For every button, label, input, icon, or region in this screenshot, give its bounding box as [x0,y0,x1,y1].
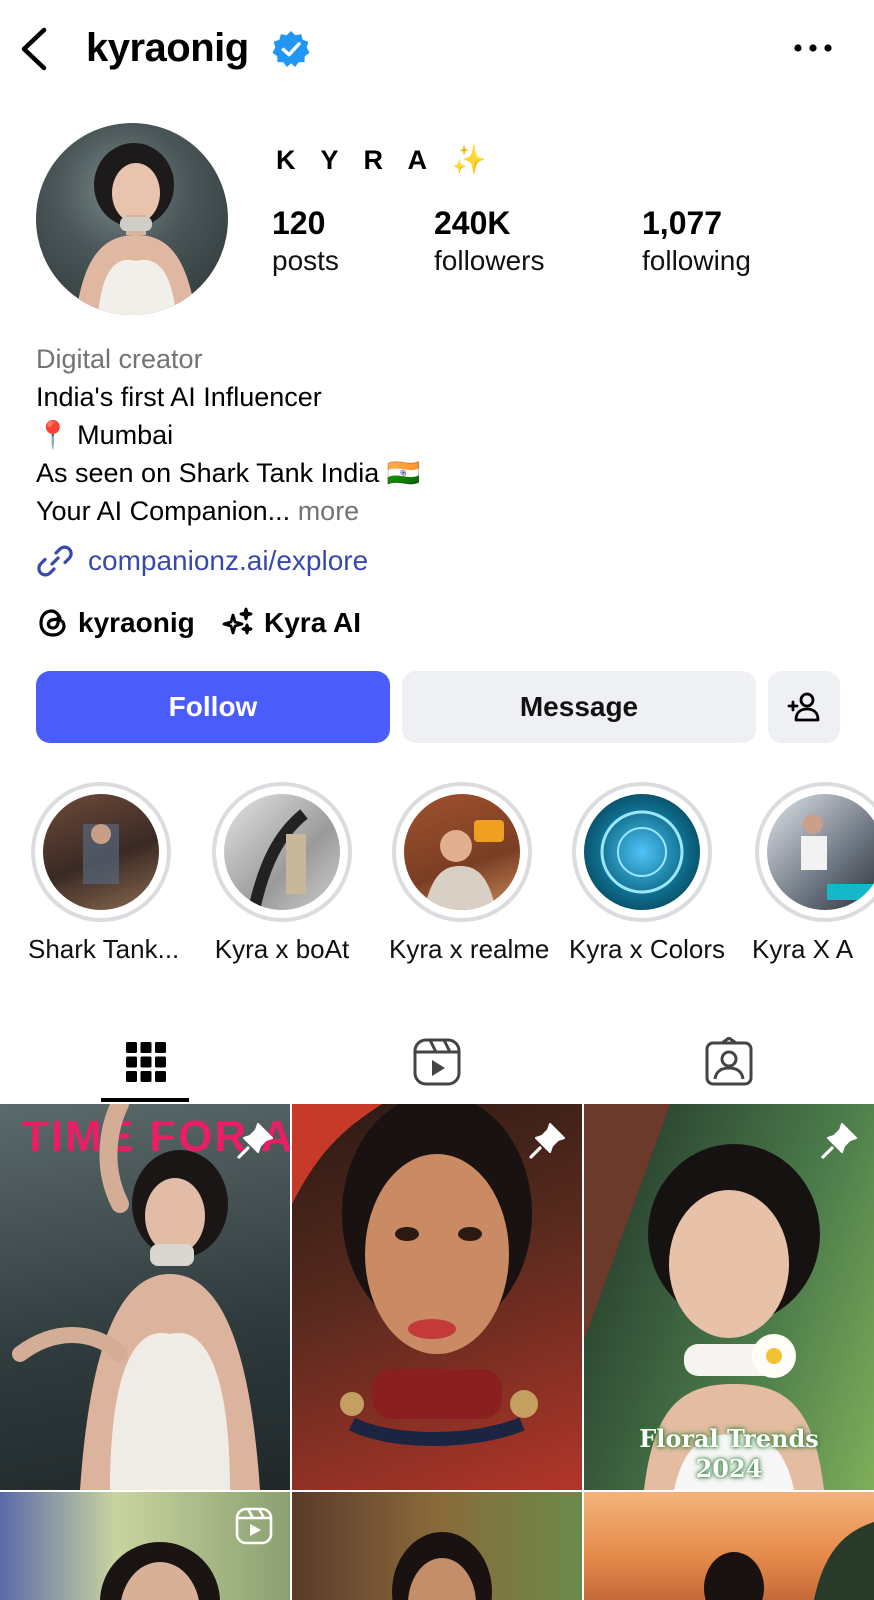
bio-line: As seen on Shark Tank India 🇮🇳 [36,458,421,488]
ai-sparkle-icon [222,607,253,635]
highlight-cover [43,794,159,910]
highlight-ring [392,782,532,922]
bio-more-link[interactable]: more [298,496,360,526]
highlight-ring [212,782,352,922]
tab-tagged[interactable] [583,1018,874,1106]
highlight-label: Kyra X A [752,934,854,964]
highlight-cover [584,794,700,910]
floral-year: 2024 [695,1454,763,1483]
highlight-cover [404,794,520,910]
add-person-icon [787,692,820,722]
threads-icon [39,609,66,637]
profile-link-text: companionz.ai/explore [88,545,369,576]
ai-chip-label: Kyra AI [264,607,362,638]
highlight-label: Shark Tank... [28,934,180,964]
verified-badge-icon [272,30,310,68]
selected-tab-indicator [101,1098,189,1102]
back-chevron-icon[interactable] [16,26,52,72]
highlight-shark-tank[interactable]: Shark Tank... [28,782,180,965]
reels-badge-icon [235,1507,273,1545]
profile-category: Digital creator [36,344,203,374]
profile-avatar[interactable] [36,123,228,315]
highlight-label: Kyra x realme [389,934,550,964]
pin-icon [529,1123,565,1159]
pin-icon [237,1123,273,1159]
suggest-people-button[interactable] [768,671,840,743]
highlight-boat[interactable]: Kyra x boAt [209,782,355,965]
highlight-realme[interactable]: Kyra x realme [389,782,550,965]
highlight-kyra-x-a[interactable]: Kyra X A [752,782,874,965]
grid-icon [125,1042,166,1082]
profile-bio: Digital creator India's first AI Influen… [36,340,836,530]
post-tile[interactable]: Floral Trends 2024 [584,1104,874,1490]
threads-chip[interactable]: kyraonig [36,601,195,645]
stat-followers[interactable]: 240K followers [434,203,544,278]
highlight-ring [755,782,874,922]
floral-title: Floral Trends [639,1424,819,1453]
follow-button[interactable]: Follow [36,671,390,743]
post-tile[interactable]: TIME FOR A [0,1104,290,1490]
highlight-colors[interactable]: Kyra x Colors [569,782,726,965]
reels-icon [413,1038,460,1086]
stat-followers-label: followers [434,245,545,276]
stat-following-label: following [642,245,751,276]
ai-chip[interactable]: Kyra AI [220,601,361,645]
post-image [12,1104,260,1490]
highlight-ring [572,782,712,922]
post-image [704,1522,874,1600]
profile-display-name: K Y R A ✨ [276,144,487,175]
post-tile[interactable] [0,1492,290,1600]
profile-username: kyraonig [86,26,249,70]
stat-posts[interactable]: 120 posts [272,203,339,278]
stat-posts-label: posts [272,245,339,276]
highlight-label: Kyra x boAt [214,934,350,964]
post-image [292,1104,538,1446]
post-tile[interactable] [584,1492,874,1600]
highlight-label: Kyra x Colors [569,934,726,964]
tagged-icon [705,1037,752,1086]
sparkle-emoji: ✨ [451,144,487,175]
stat-followers-value: 240K [434,205,511,241]
threads-chip-label: kyraonig [78,607,195,638]
link-icon [37,545,73,577]
highlight-cover [767,794,874,910]
post-overlay-text: Floral Trends 2024 [584,1424,874,1484]
message-button[interactable]: Message [402,671,756,743]
bio-line: 📍 Mumbai [36,420,174,450]
tab-posts-grid[interactable] [0,1018,291,1106]
bio-line: Your AI Companion... [36,496,291,526]
profile-link[interactable]: companionz.ai/explore [36,541,368,581]
pin-icon [821,1123,857,1159]
highlight-cover [224,794,340,910]
tab-reels[interactable] [291,1018,582,1106]
post-tile[interactable] [292,1104,582,1490]
bio-line: India's first AI Influencer [36,382,322,412]
stat-following[interactable]: 1,077 following [642,203,751,278]
stat-following-value: 1,077 [642,205,723,241]
highlight-ring [31,782,171,922]
post-tile[interactable] [292,1492,582,1600]
more-options-icon[interactable] [790,38,836,58]
stat-posts-value: 120 [272,205,326,241]
post-image [392,1532,492,1600]
